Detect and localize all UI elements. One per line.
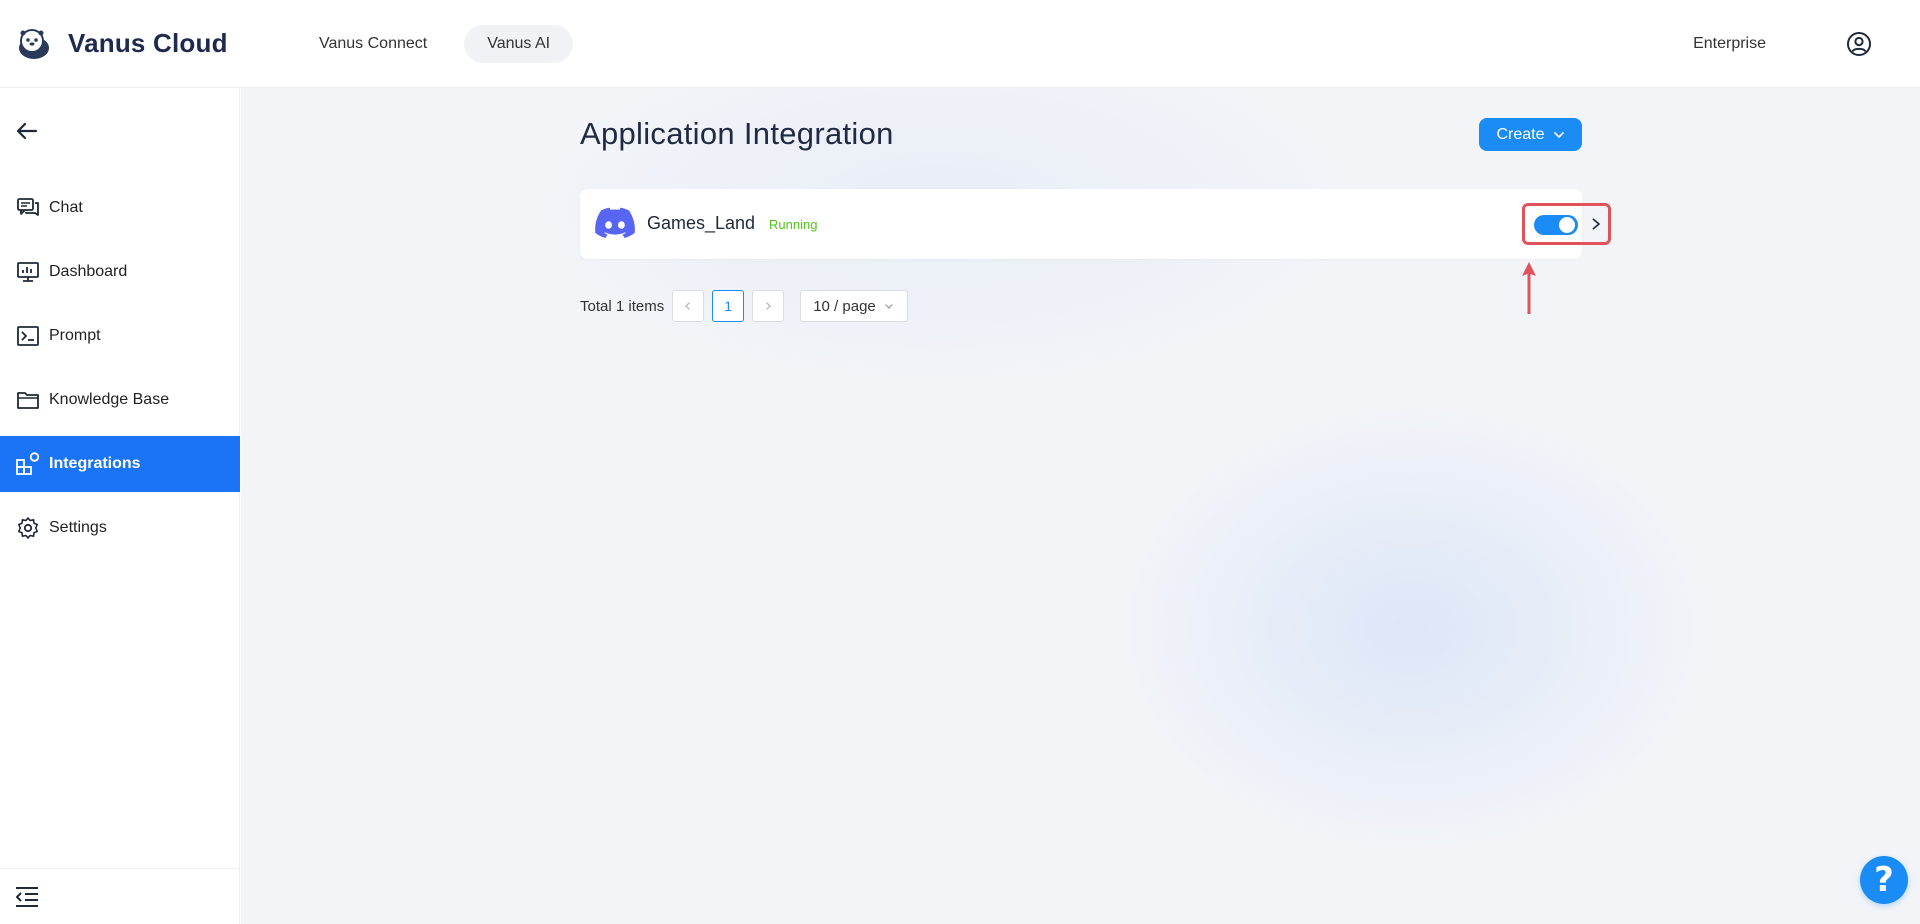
- sidebar-item-label: Settings: [49, 519, 107, 536]
- sidebar-item-prompt[interactable]: Prompt: [0, 308, 240, 364]
- gear-icon: [15, 515, 41, 541]
- main-content: Application Integration Create Games_Lan…: [241, 88, 1920, 924]
- sidebar-item-dashboard[interactable]: Dashboard: [0, 244, 240, 300]
- page-size-value: 10 / page: [813, 297, 876, 315]
- integration-name: Games_Land: [647, 213, 756, 233]
- folder-icon: [15, 387, 41, 413]
- dashboard-icon: [15, 259, 41, 285]
- chevron-down-icon: [1553, 131, 1564, 138]
- status-badge: Running: [769, 217, 818, 232]
- page-title: Application Integration: [580, 116, 894, 151]
- total-items-text: Total 1 items: [580, 297, 665, 315]
- sidebar-item-label: Integrations: [49, 455, 141, 472]
- toggle-knob: [1559, 217, 1575, 233]
- otter-logo-icon: [19, 28, 49, 59]
- menu-collapse-icon[interactable]: [14, 885, 40, 909]
- chevron-right-icon[interactable]: [1590, 216, 1602, 232]
- sidebar-item-label: Chat: [49, 199, 83, 216]
- pagination: Total 1 items 1 10 / page: [580, 290, 909, 322]
- sidebar-item-label: Prompt: [49, 327, 101, 344]
- page-size-select[interactable]: 10 / page: [800, 290, 909, 322]
- chat-icon: [15, 195, 41, 221]
- sidebar-item-chat[interactable]: Chat: [0, 180, 240, 236]
- top-nav: Vanus Connect Vanus AI: [296, 24, 587, 63]
- prev-page-button[interactable]: [672, 290, 705, 322]
- enterprise-link[interactable]: Enterprise: [1693, 35, 1766, 53]
- integration-card[interactable]: Games_Land Running: [580, 189, 1611, 259]
- create-button-label: Create: [1496, 125, 1545, 143]
- sidebar-footer: [0, 868, 240, 924]
- chevron-down-icon: [884, 304, 893, 309]
- sidebar-item-integrations[interactable]: Integrations: [0, 436, 240, 492]
- sidebar-item-label: Dashboard: [49, 263, 128, 280]
- page-number-button[interactable]: 1: [712, 290, 745, 322]
- nav-vanus-ai[interactable]: Vanus AI: [464, 24, 574, 63]
- next-page-button[interactable]: [752, 290, 785, 322]
- help-button[interactable]: ?: [1860, 856, 1908, 904]
- integrations-icon: [15, 451, 41, 477]
- chevron-right-icon: [766, 302, 772, 310]
- sidebar-item-knowledge-base[interactable]: Knowledge Base: [0, 372, 240, 428]
- integration-toggle[interactable]: [1534, 215, 1578, 235]
- nav-vanus-connect[interactable]: Vanus Connect: [296, 25, 450, 63]
- sidebar-item-settings[interactable]: Settings: [0, 500, 240, 556]
- brand[interactable]: Vanus Cloud: [16, 26, 296, 62]
- chevron-left-icon: [685, 302, 691, 310]
- arrow-left-icon[interactable]: [14, 118, 40, 144]
- question-mark-icon: ?: [1874, 860, 1894, 900]
- discord-icon: [595, 207, 635, 238]
- top-bar: Vanus Cloud Vanus Connect Vanus AI Enter…: [0, 0, 1920, 88]
- sidebar-item-label: Knowledge Base: [49, 391, 170, 408]
- brand-name: Vanus Cloud: [68, 28, 228, 58]
- create-button[interactable]: Create: [1479, 118, 1582, 151]
- user-circle-icon[interactable]: [1846, 31, 1872, 57]
- sidebar: Chat Dashboard Prompt Knowledge Base Int…: [0, 88, 240, 924]
- terminal-icon: [15, 323, 41, 349]
- annotation-arrow-up-icon: [1522, 262, 1536, 314]
